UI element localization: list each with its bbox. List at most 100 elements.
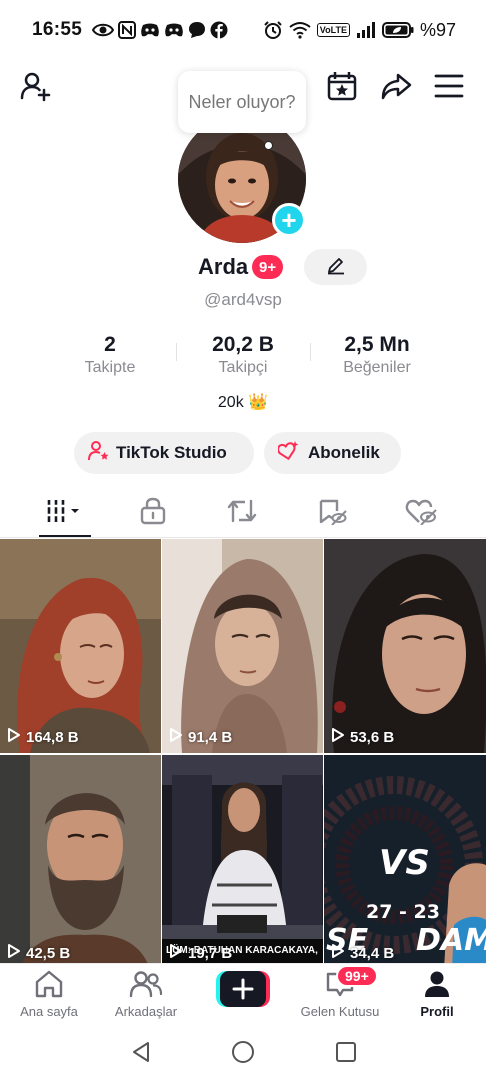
system-nav-bar (0, 1029, 486, 1080)
score-overlay-text: 27 - 23 (366, 901, 440, 923)
plus-icon: + (281, 205, 297, 235)
view-count-text: 53,6 B (350, 728, 395, 746)
nav-inbox-label: Gelen Kutusu (300, 1004, 380, 1019)
tab-liked[interactable] (391, 490, 451, 536)
likes-count: 2,5 Mn (344, 333, 410, 356)
menu-button[interactable] (429, 68, 469, 108)
view-count-text: 91,4 B (188, 728, 233, 746)
system-status: VoLTE %97 (263, 20, 456, 41)
note-bubble[interactable]: Neler oluyor? (178, 71, 306, 133)
plus-icon (220, 971, 266, 1007)
followers-stat[interactable]: 20,2 B Takipçi (193, 333, 293, 377)
add-friend-button[interactable] (16, 68, 56, 108)
view-count: 53,6 B (331, 727, 394, 747)
video-thumbnail[interactable]: 53,6 B (324, 539, 486, 753)
home-system-button[interactable] (228, 1040, 258, 1069)
followers-label: Takipçi (218, 359, 268, 376)
play-icon (331, 943, 345, 963)
nav-friends-label: Arkadaşlar (114, 1004, 178, 1019)
create-button[interactable] (216, 971, 270, 1007)
recents-square-icon (335, 1041, 357, 1068)
notification-icons (92, 21, 228, 39)
favorites-icon (317, 497, 347, 530)
view-count: 19,7 B (169, 943, 232, 963)
repost-icon (227, 497, 257, 530)
facebook-icon (210, 21, 228, 39)
add-story-button[interactable]: + (272, 203, 306, 237)
tab-reposts[interactable] (212, 490, 272, 536)
signal-icon (356, 21, 376, 39)
back-button[interactable] (126, 1041, 156, 1067)
back-triangle-icon (131, 1041, 151, 1068)
person-star-icon (88, 440, 110, 467)
subscription-label: Abonelik (308, 443, 380, 462)
battery-icon (381, 21, 414, 39)
battery-percent: %97 (419, 19, 456, 40)
vs-overlay-text: VS (379, 843, 430, 883)
calendar-button[interactable] (322, 68, 362, 108)
tab-private[interactable] (123, 490, 183, 536)
video-thumbnail-image (0, 755, 161, 963)
recents-button[interactable] (331, 1041, 361, 1067)
share-button[interactable] (376, 68, 416, 108)
play-icon (7, 943, 21, 963)
stat-divider (176, 343, 177, 361)
discord-icon (164, 22, 184, 38)
status-bar: 16:55 VoLTE %97 (0, 0, 486, 60)
likes-stat[interactable]: 2,5 Mn Beğeniler (322, 333, 432, 377)
nfc-icon (118, 21, 137, 39)
note-bubble-tail (264, 141, 273, 150)
view-count-text: 42,5 B (26, 944, 71, 962)
following-count: 2 (104, 333, 116, 356)
name-row: Arda 9+ (0, 249, 486, 285)
videos-grid-icon (45, 498, 85, 529)
status-time: 16:55 (32, 19, 83, 40)
hearts-icon (277, 440, 302, 467)
nav-profile-label: Profil (420, 1004, 454, 1019)
pencil-icon (326, 255, 346, 280)
eye-icon (92, 22, 115, 38)
calendar-star-icon (326, 70, 358, 107)
view-count: 164,8 B (7, 727, 79, 747)
name-badge[interactable]: 9+ (252, 255, 284, 279)
following-stat[interactable]: 2 Takipte (60, 333, 160, 377)
likes-label: Beğeniler (343, 359, 411, 376)
view-count: 42,5 B (7, 943, 70, 963)
team-right-overlay-text: DAMI (416, 923, 486, 958)
tab-favorites[interactable] (302, 490, 362, 536)
video-thumbnail-image (0, 539, 161, 753)
video-thumbnail-image: LÜM: BATUHAN KARACAKAYA, (162, 755, 323, 963)
home-icon (34, 970, 64, 1003)
note-bubble-text: Neler oluyor? (188, 92, 296, 112)
subscription-button[interactable]: Abonelik (264, 432, 401, 474)
add-friend-icon (20, 70, 52, 107)
menu-icon (434, 73, 464, 104)
liked-icon (405, 497, 437, 530)
display-name: Arda (198, 254, 249, 279)
discord-icon (140, 22, 160, 38)
video-thumbnail[interactable]: 164,8 B (0, 539, 161, 753)
tab-videos[interactable] (35, 490, 95, 536)
profile-avatar-container[interactable]: + (178, 115, 308, 245)
share-icon (380, 70, 412, 107)
lock-icon (140, 497, 166, 530)
tiktok-studio-button[interactable]: TikTok Studio (74, 432, 254, 474)
video-thumbnail[interactable]: 42,5 B (0, 755, 161, 963)
video-thumbnail[interactable]: VS 27 - 23 SE DAMI 34,4 B (324, 755, 486, 963)
video-thumbnail[interactable]: 91,4 B (162, 539, 323, 753)
view-count-text: 34,4 B (350, 944, 395, 962)
play-icon (169, 943, 183, 963)
view-count-text: 164,8 B (26, 728, 79, 746)
video-thumbnail[interactable]: LÜM: BATUHAN KARACAKAYA, 19,7 B (162, 755, 323, 963)
nav-friends[interactable]: Arkadaşlar (98, 970, 194, 1019)
play-icon (7, 727, 21, 747)
profile-stats: 2 Takipte 20,2 B Takipçi 2,5 Mn Beğenile… (0, 333, 486, 383)
play-icon (169, 727, 183, 747)
home-circle-icon (231, 1040, 255, 1069)
chat-bubble-icon (188, 21, 206, 39)
edit-profile-button[interactable] (304, 249, 367, 285)
volte-icon: VoLTE (316, 23, 350, 37)
following-label: Takipte (84, 359, 136, 376)
nav-profile[interactable]: Profil (389, 970, 485, 1019)
nav-home[interactable]: Ana sayfa (1, 970, 97, 1019)
